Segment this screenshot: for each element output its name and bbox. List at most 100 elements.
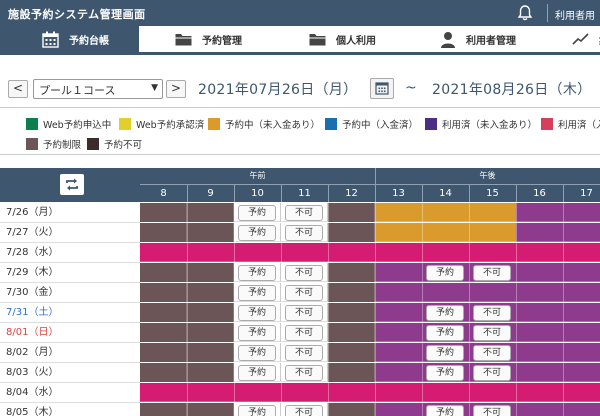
disable-button[interactable]: 不可 [285, 345, 323, 361]
hour-label: 14 [439, 188, 452, 199]
time-slot[interactable] [140, 283, 187, 302]
hour-divider [563, 185, 564, 202]
row-date: 7/27（火） [0, 223, 140, 243]
prev-button[interactable]: < [8, 80, 28, 98]
reserve-button[interactable]: 予約 [238, 365, 276, 381]
disable-button[interactable]: 不可 [285, 405, 323, 416]
facility-select-value: プール１コース [39, 84, 116, 97]
time-slot[interactable] [328, 363, 375, 382]
app-title: 施設予約システム管理画面 [8, 8, 146, 21]
row-date: 8/03（火） [0, 363, 140, 383]
hour-divider [516, 185, 517, 202]
time-slot[interactable] [140, 203, 187, 222]
time-slot[interactable] [140, 403, 187, 416]
time-slot[interactable] [187, 343, 234, 362]
legend-item: 予約中（入金済） [325, 117, 418, 131]
disable-button[interactable]: 不可 [473, 305, 511, 321]
time-slot[interactable] [187, 323, 234, 342]
tab-user-management[interactable]: 利用者管理 [440, 26, 550, 52]
chevron-down-icon: ▼ [151, 83, 158, 93]
facility-select[interactable]: プール１コース ▼ [33, 79, 163, 99]
reserve-button[interactable]: 予約 [426, 345, 464, 361]
reserve-button[interactable]: 予約 [238, 285, 276, 301]
legend-label: 予約中（未入金あり） [225, 120, 321, 131]
reserve-button[interactable]: 予約 [426, 325, 464, 341]
time-slot[interactable] [140, 323, 187, 342]
disable-button[interactable]: 不可 [285, 285, 323, 301]
time-slot[interactable] [140, 263, 187, 282]
reserve-button[interactable]: 予約 [426, 365, 464, 381]
reserve-button[interactable]: 予約 [238, 225, 276, 241]
hour-divider [328, 185, 329, 202]
disable-button[interactable]: 不可 [473, 405, 511, 416]
disable-button[interactable]: 不可 [285, 325, 323, 341]
main-nav: 予約台帳 予約管理 個人利用 利用者管理 集 [0, 26, 600, 55]
time-slot[interactable] [187, 283, 234, 302]
user-icon [441, 31, 455, 48]
grid-header-hours: 午前 午後 8 9 10 11 12 13 14 15 16 17 [140, 168, 600, 202]
reserve-button[interactable]: 予約 [426, 305, 464, 321]
hour-label: 16 [533, 188, 546, 199]
time-slot[interactable] [140, 303, 187, 322]
disable-button[interactable]: 不可 [285, 365, 323, 381]
disable-button[interactable]: 不可 [285, 305, 323, 321]
row-date: 8/01（日） [0, 323, 140, 343]
disable-button[interactable]: 不可 [473, 325, 511, 341]
refresh-button[interactable] [60, 174, 84, 195]
time-slot[interactable] [328, 323, 375, 342]
reserve-button[interactable]: 予約 [426, 405, 464, 416]
time-slot[interactable] [328, 223, 375, 242]
time-slot[interactable] [140, 363, 187, 382]
disable-button[interactable]: 不可 [473, 365, 511, 381]
time-slot[interactable] [187, 223, 234, 242]
time-slot[interactable] [328, 203, 375, 222]
column-divider [328, 203, 329, 416]
disable-button[interactable]: 不可 [285, 205, 323, 221]
disable-button[interactable]: 不可 [285, 225, 323, 241]
time-slot[interactable] [328, 403, 375, 416]
time-slot[interactable] [328, 343, 375, 362]
reserve-button[interactable]: 予約 [238, 265, 276, 281]
next-button[interactable]: > [166, 80, 186, 98]
time-slot[interactable] [328, 283, 375, 302]
time-slot[interactable] [328, 303, 375, 322]
reserve-button[interactable]: 予約 [238, 205, 276, 221]
booking-band[interactable] [516, 203, 600, 222]
reserve-button[interactable]: 予約 [238, 325, 276, 341]
disable-button[interactable]: 不可 [285, 265, 323, 281]
time-slot[interactable] [328, 263, 375, 282]
time-slot[interactable] [187, 403, 234, 416]
reserve-button[interactable]: 予約 [238, 305, 276, 321]
time-slot[interactable] [187, 363, 234, 382]
user-screen-link[interactable]: 利用者用 [555, 7, 595, 22]
time-slot[interactable] [140, 343, 187, 362]
time-slot[interactable] [140, 223, 187, 242]
booking-band[interactable] [375, 223, 516, 242]
hour-label: 8 [160, 188, 167, 199]
reserve-button[interactable]: 予約 [238, 345, 276, 361]
tab-reservation-ledger[interactable]: 予約台帳 [0, 26, 139, 52]
time-slot[interactable] [187, 303, 234, 322]
calendar-button[interactable] [370, 78, 394, 99]
time-slot[interactable] [187, 263, 234, 282]
disable-button[interactable]: 不可 [473, 345, 511, 361]
tab-statistics[interactable]: 集 [572, 26, 600, 52]
bell-icon[interactable] [516, 4, 534, 22]
legend-item: 利用済（未入金あり） [425, 117, 537, 131]
tab-label: 利用者管理 [466, 35, 516, 47]
booking-band[interactable] [140, 383, 600, 402]
booking-band[interactable] [516, 223, 600, 242]
column-divider [516, 203, 517, 416]
row-date: 7/31（土） [0, 303, 140, 323]
reserve-button[interactable]: 予約 [426, 265, 464, 281]
disable-button[interactable]: 不可 [473, 265, 511, 281]
tab-personal-use[interactable]: 個人利用 [309, 26, 409, 52]
tab-reservation-management[interactable]: 予約管理 [175, 26, 285, 52]
booking-band[interactable] [375, 203, 516, 222]
reserve-button[interactable]: 予約 [238, 405, 276, 416]
time-slot[interactable] [187, 203, 234, 222]
booking-band[interactable] [375, 283, 600, 302]
legend-label: 予約中（入金済） [342, 120, 419, 131]
group-label-am: 午前 [249, 171, 266, 180]
booking-band[interactable] [140, 243, 600, 262]
